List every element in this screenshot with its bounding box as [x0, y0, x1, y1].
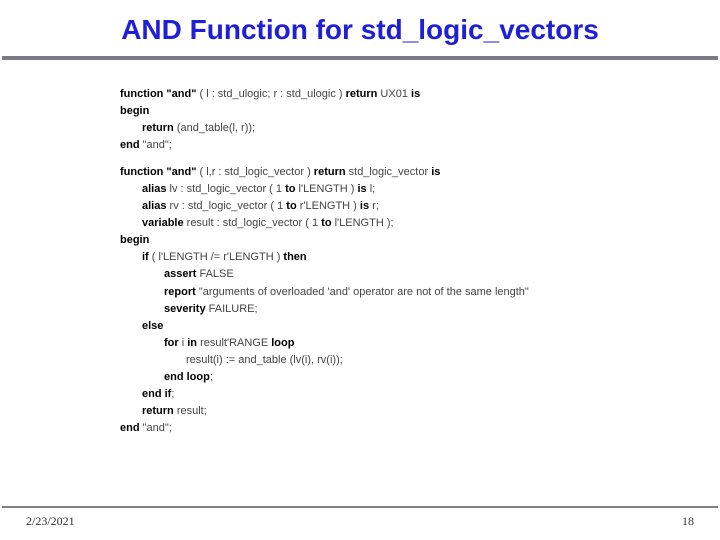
kw-return: return [142, 405, 174, 417]
code-text: "and"; [140, 139, 172, 151]
code-line: end "and"; [120, 420, 720, 437]
footer-date: 2/23/2021 [26, 514, 75, 529]
kw-return: return [346, 88, 378, 100]
kw-begin: begin [120, 105, 149, 117]
code-line: begin [120, 232, 720, 249]
kw-alias: alias [142, 200, 166, 212]
code-line: end loop; [120, 369, 720, 386]
kw-assert: assert [164, 268, 196, 280]
code-text: result : std_logic_vector ( 1 [184, 217, 322, 229]
code-line: else [120, 318, 720, 335]
code-line: for i in result'RANGE loop [120, 335, 720, 352]
code-text: ( l,r : std_logic_vector ) [196, 166, 313, 178]
slide: AND Function for std_logic_vectors funct… [0, 0, 720, 540]
code-line: return result; [120, 403, 720, 420]
kw-return: return [142, 122, 174, 134]
kw-to: to [286, 200, 296, 212]
code-text: l'LENGTH ); [332, 217, 394, 229]
kw-for: for [164, 337, 179, 349]
code-text: UX01 [377, 88, 411, 100]
kw-alias: alias [142, 183, 166, 195]
kw-is: is [411, 88, 420, 100]
kw-function: function "and" [120, 166, 196, 178]
code-block: function "and" ( l : std_ulogic; r : std… [0, 60, 720, 437]
kw-is: is [431, 166, 440, 178]
code-text: lv : std_logic_vector ( 1 [166, 183, 285, 195]
footer: 2/23/2021 18 [0, 506, 720, 526]
kw-is: is [357, 183, 366, 195]
code-text: l; [367, 183, 376, 195]
footer-page: 18 [682, 514, 694, 529]
code-line: end if; [120, 386, 720, 403]
kw-variable: variable [142, 217, 184, 229]
code-text: rv : std_logic_vector ( 1 [166, 200, 286, 212]
code-text: result(i) := and_table (lv(i), rv(i)); [186, 354, 343, 366]
code-line: if ( l'LENGTH /= r'LENGTH ) then [120, 249, 720, 266]
kw-loop: loop [271, 337, 294, 349]
slide-title: AND Function for std_logic_vectors [0, 0, 720, 56]
code-text: i [179, 337, 188, 349]
code-line: report "arguments of overloaded 'and' op… [120, 284, 720, 301]
code-line: return (and_table(l, r)); [120, 120, 720, 137]
code-text: r; [369, 200, 379, 212]
code-line: alias lv : std_logic_vector ( 1 to l'LEN… [120, 181, 720, 198]
code-text: FAILURE; [206, 303, 258, 315]
kw-to: to [321, 217, 331, 229]
code-text: r'LENGTH ) [297, 200, 360, 212]
kw-begin: begin [120, 234, 149, 246]
code-text: "arguments of overloaded 'and' operator … [196, 286, 529, 298]
kw-end-loop: end loop [164, 371, 210, 383]
code-text: "and"; [140, 422, 172, 434]
footer-rule [2, 506, 718, 508]
code-line: function "and" ( l : std_ulogic; r : std… [120, 86, 720, 103]
kw-in: in [187, 337, 197, 349]
kw-to: to [285, 183, 295, 195]
code-text: (and_table(l, r)); [174, 122, 255, 134]
spacer [120, 154, 720, 164]
kw-report: report [164, 286, 196, 298]
kw-severity: severity [164, 303, 206, 315]
code-line: variable result : std_logic_vector ( 1 t… [120, 215, 720, 232]
footer-row: 2/23/2021 18 [0, 514, 720, 529]
code-text: std_logic_vector [346, 166, 432, 178]
kw-is: is [360, 200, 369, 212]
code-line: assert FALSE [120, 266, 720, 283]
kw-else: else [142, 320, 163, 332]
kw-end: end [120, 422, 140, 434]
kw-function: function "and" [120, 88, 196, 100]
kw-return: return [314, 166, 346, 178]
code-line: function "and" ( l,r : std_logic_vector … [120, 164, 720, 181]
kw-then: then [283, 251, 306, 263]
code-line: alias rv : std_logic_vector ( 1 to r'LEN… [120, 198, 720, 215]
code-text: ( l : std_ulogic; r : std_ulogic ) [196, 88, 345, 100]
code-line: severity FAILURE; [120, 301, 720, 318]
code-text: ; [171, 388, 174, 400]
kw-end: end [120, 139, 140, 151]
code-line: result(i) := and_table (lv(i), rv(i)); [120, 352, 720, 369]
code-text: result'RANGE [197, 337, 271, 349]
code-text: l'LENGTH ) [295, 183, 357, 195]
code-line: end "and"; [120, 137, 720, 154]
code-text: ( l'LENGTH /= r'LENGTH ) [149, 251, 284, 263]
code-text: result; [174, 405, 207, 417]
code-line: begin [120, 103, 720, 120]
kw-end-if: end if [142, 388, 171, 400]
code-text: ; [210, 371, 213, 383]
code-text: FALSE [196, 268, 233, 280]
kw-if: if [142, 251, 149, 263]
